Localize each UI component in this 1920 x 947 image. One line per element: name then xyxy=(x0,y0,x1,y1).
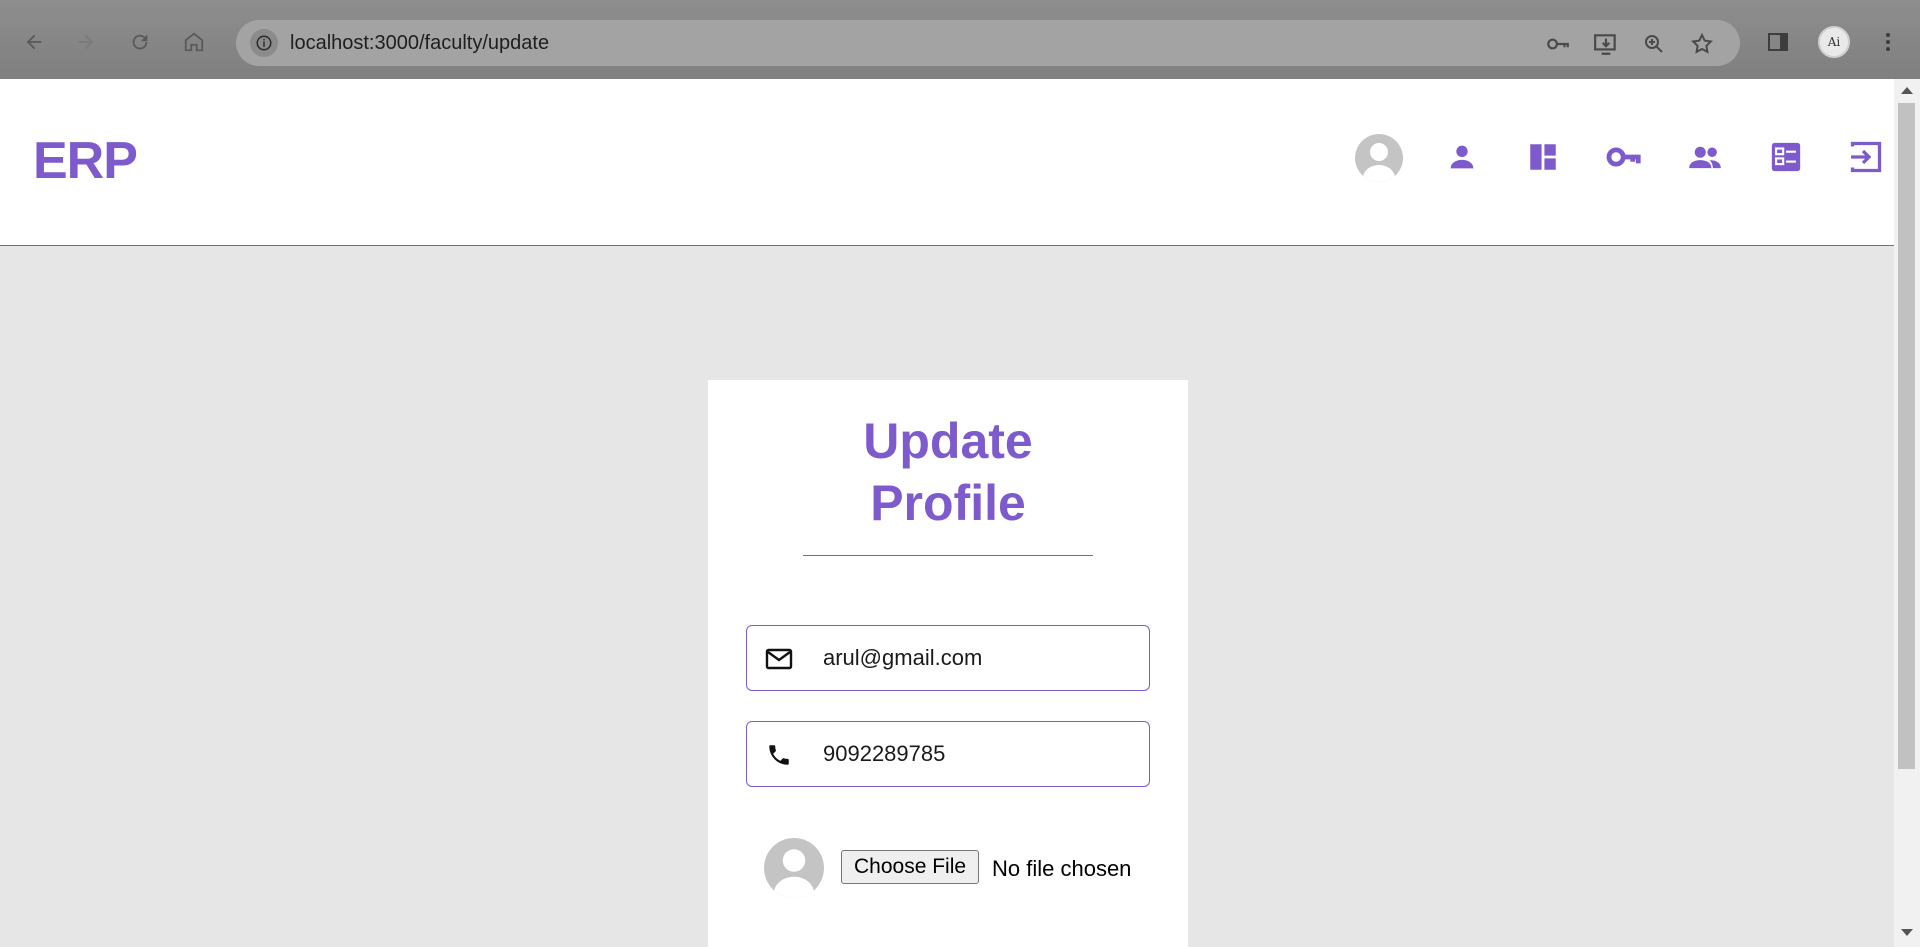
reload-button[interactable] xyxy=(120,22,160,62)
home-icon xyxy=(184,32,204,52)
password-link[interactable] xyxy=(1602,135,1646,179)
phone-field[interactable] xyxy=(746,721,1150,787)
site-info-icon[interactable] xyxy=(250,29,278,57)
avatar-icon xyxy=(1363,143,1395,182)
profile-photo-preview xyxy=(764,838,824,898)
avatar-icon xyxy=(774,849,814,898)
dashboard-link[interactable] xyxy=(1521,135,1565,179)
address-bar[interactable]: localhost:3000/faculty/update xyxy=(236,20,1740,66)
arrow-left-icon xyxy=(26,34,42,50)
person-icon xyxy=(1450,145,1474,169)
kebab-menu-icon xyxy=(1886,33,1890,51)
install-app-icon[interactable] xyxy=(1592,30,1620,58)
records-link[interactable] xyxy=(1764,135,1808,179)
list-alt-icon xyxy=(1771,142,1801,172)
phone-input[interactable] xyxy=(823,736,1133,772)
browser-profile-avatar[interactable]: Ai xyxy=(1818,26,1850,58)
choose-file-button[interactable]: Choose File xyxy=(841,850,980,884)
forward-button[interactable] xyxy=(66,22,106,62)
dashboard-icon xyxy=(1530,144,1556,170)
email-input[interactable] xyxy=(823,640,1133,676)
password-key-icon[interactable] xyxy=(1544,30,1572,58)
logout-icon xyxy=(1850,141,1882,173)
url-text[interactable]: localhost:3000/faculty/update xyxy=(290,32,549,55)
scroll-up-arrow-icon[interactable] xyxy=(1901,87,1913,94)
logout-link[interactable] xyxy=(1844,135,1888,179)
scrollbar-thumb[interactable] xyxy=(1898,103,1915,769)
app-logo[interactable]: ERP xyxy=(33,131,138,191)
app-header: ERP xyxy=(0,79,1894,246)
file-status-text: No file chosen xyxy=(992,856,1132,881)
key-icon xyxy=(1606,147,1641,167)
bookmark-star-icon[interactable] xyxy=(1688,30,1716,58)
faculty-group-link[interactable] xyxy=(1683,135,1727,179)
email-field[interactable] xyxy=(746,625,1150,691)
mail-icon xyxy=(765,645,793,673)
side-panel-icon xyxy=(1768,33,1788,51)
back-button[interactable] xyxy=(14,22,54,62)
home-button[interactable] xyxy=(174,22,214,62)
page-scrollbar[interactable] xyxy=(1894,79,1920,947)
update-profile-card: Update Profile Choose File No file chose… xyxy=(708,380,1188,947)
side-panel-button[interactable] xyxy=(1758,22,1798,62)
arrow-right-icon xyxy=(78,34,94,50)
profile-link[interactable] xyxy=(1440,135,1484,179)
scroll-down-arrow-icon[interactable] xyxy=(1901,929,1913,936)
browser-menu-button[interactable] xyxy=(1868,22,1908,62)
zoom-icon[interactable] xyxy=(1640,30,1668,58)
title-divider xyxy=(803,555,1093,556)
reload-icon xyxy=(132,34,148,50)
page-title: Update Profile xyxy=(863,413,1033,531)
phone-icon xyxy=(765,741,793,769)
group-icon xyxy=(1689,146,1721,169)
browser-toolbar: localhost:3000/faculty/update Ai xyxy=(0,0,1920,79)
user-avatar[interactable] xyxy=(1355,134,1403,182)
